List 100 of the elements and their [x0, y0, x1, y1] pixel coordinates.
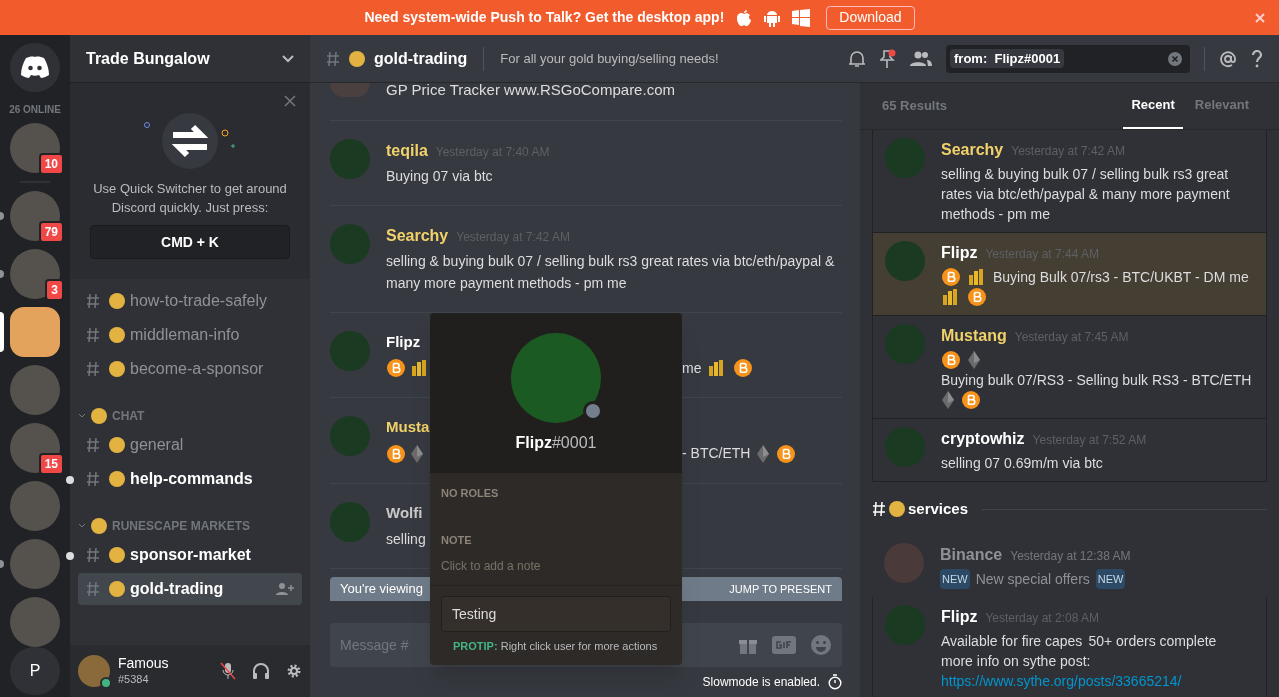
- emoji-icon: [108, 546, 126, 564]
- server-icon[interactable]: [10, 248, 60, 299]
- chevron-down-icon: [78, 522, 86, 530]
- roles-label: NO ROLES: [441, 486, 500, 501]
- channel-item[interactable]: general: [78, 429, 302, 461]
- profile-name: Flipz#0001: [515, 433, 597, 453]
- mention-badge: 3: [45, 278, 64, 301]
- bitcoin-icon: [961, 390, 981, 410]
- help-icon[interactable]: [1251, 49, 1263, 68]
- author-name[interactable]: Binance: [940, 542, 1003, 567]
- bitcoin-icon: [776, 443, 797, 464]
- note-label: NOTE: [441, 532, 473, 548]
- author-name[interactable]: Flipz: [941, 604, 978, 629]
- emoji-icon: [108, 326, 126, 344]
- mention-icon[interactable]: [1219, 49, 1237, 68]
- hash-icon: [326, 50, 340, 67]
- hash-icon: [86, 327, 100, 343]
- channel-topic: For all your gold buying/selling needs!: [500, 49, 719, 68]
- message-text: selling 07 0.69m/m via btc: [941, 454, 1103, 473]
- bitcoin-icon: [941, 350, 961, 370]
- emoji-picker-icon[interactable]: [810, 634, 832, 656]
- ethereum-icon: [941, 390, 955, 410]
- message-field[interactable]: Testing: [441, 596, 671, 632]
- channel-item[interactable]: help-commands: [78, 463, 302, 495]
- message-text: New special offers: [975, 569, 1090, 589]
- author-name[interactable]: Flipz: [941, 241, 978, 265]
- emoji-icon: [888, 500, 906, 519]
- switcher-hint: Use Quick Switcher to get around Discord quickly. Just press:: [92, 180, 288, 217]
- hash-icon: [86, 293, 100, 309]
- emoji-icon: [108, 436, 126, 454]
- clear-icon[interactable]: [1168, 51, 1182, 66]
- message-text: 50+ orders complete: [1088, 631, 1217, 651]
- server-icon[interactable]: [10, 306, 60, 357]
- emoji-icon: [90, 407, 108, 425]
- apple-icon[interactable]: [736, 8, 753, 27]
- message-text: me: [682, 358, 702, 378]
- microphone-icon[interactable]: [220, 662, 236, 680]
- android-icon[interactable]: [764, 8, 781, 27]
- close-icon[interactable]: [284, 95, 296, 107]
- ethereum-icon: [756, 443, 771, 464]
- selected-pill: [0, 311, 4, 352]
- post-link[interactable]: https://www.sythe.org/posts/33665214/: [941, 670, 1182, 691]
- message-text: GP Price Tracker www.RSGoCompare.com: [386, 80, 675, 100]
- message-text: Buying 07 via btc: [386, 166, 494, 186]
- add-member-icon[interactable]: [276, 582, 294, 596]
- bitcoin-icon: [967, 287, 987, 307]
- message-text: Available for fire capes: [941, 631, 1083, 651]
- slowmode-notice: Slowmode is enabled.: [702, 674, 820, 691]
- bitcoin-icon: [386, 358, 406, 378]
- home-button[interactable]: [10, 43, 60, 92]
- user-tag: #5384: [118, 671, 169, 687]
- message-text: Buying bulk 07/RS3 - Selling bulk RS3 - BTC/ETH: [941, 371, 1252, 390]
- message-text: selling & buying bulk 07 / selling bulk rs3 great rates via btc/eth/paypal & many more payment methods - pm me: [386, 251, 836, 293]
- username: Famous: [118, 655, 169, 671]
- chevron-down-icon: [78, 412, 86, 420]
- shortcut-key[interactable]: CMD + K: [90, 225, 290, 259]
- author-name[interactable]: Searchy: [386, 223, 449, 248]
- message-text: selling: [386, 529, 426, 549]
- windows-icon[interactable]: [792, 8, 811, 27]
- banner-text: Need system-wide Push to Talk? Get the desktop app!: [364, 8, 725, 27]
- channel-item[interactable]: gold-trading: [78, 573, 302, 605]
- message-text: selling & buying bulk 07 / selling bulk rs3 great rates via btc/eth/paypal & many more payment methods - pm me: [941, 165, 1231, 224]
- emoji-icon: [108, 580, 126, 598]
- pin-icon[interactable]: [880, 48, 896, 69]
- server-icon[interactable]: P: [10, 646, 60, 695]
- chevron-down-icon: [282, 54, 294, 63]
- hash-icon: [86, 437, 100, 453]
- channel-name[interactable]: services: [908, 498, 969, 521]
- bitcoin-icon: [386, 443, 406, 464]
- hash-icon: [86, 361, 100, 377]
- members-icon[interactable]: [910, 50, 932, 67]
- gif-icon[interactable]: [772, 636, 796, 654]
- jump-to-present-button[interactable]: JUMP TO PRESENT: [729, 580, 832, 598]
- protip-text: PROTIP: Right click user for more actions: [452, 639, 659, 654]
- avatar[interactable]: [78, 655, 110, 687]
- author-name[interactable]: Mustang: [941, 324, 1007, 348]
- author-name[interactable]: teqila: [386, 138, 428, 163]
- bitcoin-icon: [733, 358, 754, 378]
- bitcoin-icon: [941, 267, 961, 287]
- channel-title: gold-trading: [374, 48, 468, 69]
- ethereum-icon: [967, 350, 981, 370]
- channel-item[interactable]: middleman-info: [78, 319, 302, 351]
- search-field[interactable]: from: Flipz#0001: [946, 44, 1190, 73]
- channel-item[interactable]: how-to-trade-safely: [78, 285, 302, 317]
- channel-item[interactable]: become-a-sponsor: [78, 353, 302, 385]
- headphones-icon[interactable]: [252, 662, 270, 680]
- emoji-icon: [108, 470, 126, 488]
- message-text: more info on sythe post:: [941, 651, 1091, 671]
- history-text: You're viewing: [340, 580, 423, 599]
- channel-item[interactable]: sponsor-market: [78, 539, 302, 571]
- hash-icon: [86, 471, 100, 487]
- author-name[interactable]: Searchy: [941, 138, 1004, 162]
- new-badge: NEW: [1095, 568, 1126, 589]
- result-count: 65 Results: [882, 97, 948, 116]
- author-name[interactable]: cryptowhiz: [941, 427, 1025, 451]
- bell-icon[interactable]: [848, 49, 866, 68]
- timestamp: Yesterday at 12:38 AM: [1010, 547, 1131, 565]
- settings-icon[interactable]: [286, 663, 302, 679]
- hash-icon: [86, 581, 100, 597]
- emoji-icon: [90, 517, 108, 535]
